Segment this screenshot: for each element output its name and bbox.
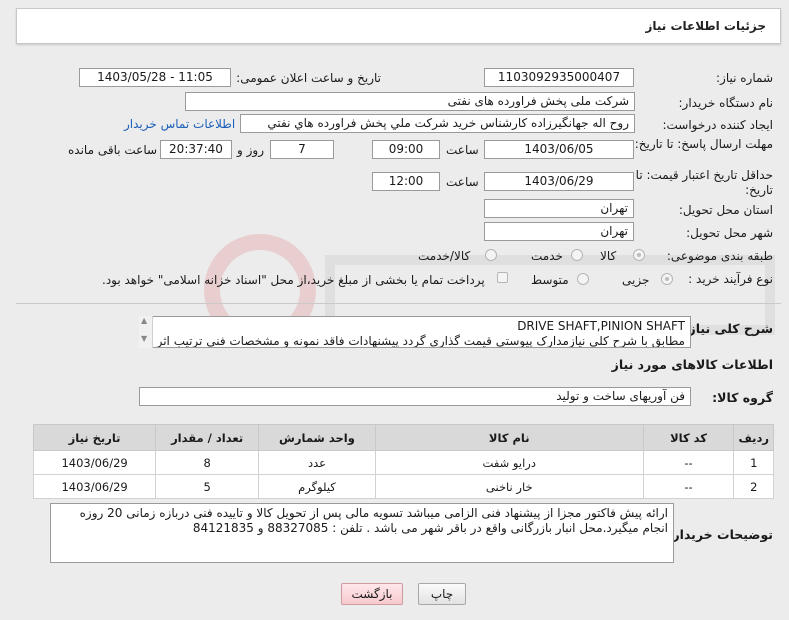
process-medium-label: متوسط xyxy=(531,273,569,287)
cell-quantity: 8 xyxy=(155,450,260,475)
province-field[interactable]: تهران xyxy=(484,199,634,218)
page-title: جزئیات اطلاعات نیاز xyxy=(645,19,766,33)
days-label: روز و xyxy=(237,143,264,157)
cell-code: -- xyxy=(642,450,735,475)
col-header-row-number: ردیف xyxy=(733,424,774,451)
col-header-name: نام کالا xyxy=(374,424,644,451)
days-field[interactable]: 7 xyxy=(270,140,334,159)
category-goods-radio[interactable] xyxy=(633,249,645,261)
contact-info-link[interactable]: اطلاعات تماس خریدار xyxy=(124,117,235,131)
requester-label: ایجاد کننده درخواست: xyxy=(662,118,773,132)
table-row[interactable]: 1 -- درایو شفت عدد 8 1403/06/29 xyxy=(32,450,774,475)
page-header: جزئیات اطلاعات نیاز xyxy=(16,8,781,44)
section-divider xyxy=(16,303,781,304)
category-label: طبقه بندی موضوعی: xyxy=(666,249,773,263)
buyer-org-label: نام دستگاه خریدار: xyxy=(678,96,774,110)
col-header-code: کد کالا xyxy=(642,424,735,451)
announce-label: تاریخ و ساعت اعلان عمومی: xyxy=(236,71,381,85)
goods-group-field[interactable]: فن آوریهای ساخت و تولید xyxy=(139,387,691,406)
col-header-unit: واحد شمارش xyxy=(258,424,376,451)
category-goods-label: کالا xyxy=(600,249,617,263)
city-label: شهر محل تحویل: xyxy=(686,226,773,240)
cell-row-number: 2 xyxy=(733,474,774,499)
reply-time-field[interactable]: 09:00 xyxy=(372,140,440,159)
summary-label: شرح کلی نیاز: xyxy=(683,321,773,336)
category-goods-service-radio[interactable] xyxy=(485,249,497,261)
buyer-notes-textarea[interactable]: ارائه پیش فاکتور مجزا از پیشنهاد فنی الز… xyxy=(50,503,674,563)
payment-note: پرداخت تمام یا بخشی از مبلغ خرید،از محل … xyxy=(102,273,485,287)
cell-date: 1403/06/29 xyxy=(32,450,157,475)
goods-info-title: اطلاعات کالاهای مورد نیاز xyxy=(611,357,773,372)
cell-name: خار ناخنی xyxy=(374,474,644,499)
cell-row-number: 1 xyxy=(733,450,774,475)
cell-date: 1403/06/29 xyxy=(32,474,157,499)
reply-deadline-label: مهلت ارسال پاسخ: تا تاریخ: xyxy=(634,137,773,151)
back-button[interactable]: بازگشت xyxy=(341,583,403,605)
summary-line-1: DRIVE SHAFT,PINION SHAFT xyxy=(517,319,685,333)
remaining-time-field[interactable]: 20:37:40 xyxy=(160,140,232,159)
cell-code: -- xyxy=(642,474,735,499)
table-row[interactable]: 2 -- خار ناخنی کیلوگرم 5 1403/06/29 xyxy=(32,474,774,499)
cell-name: درایو شفت xyxy=(374,450,644,475)
reply-time-label: ساعت xyxy=(446,143,479,157)
summary-scrollbar[interactable]: ▲ ▼ xyxy=(139,316,153,348)
summary-textarea[interactable]: DRIVE SHAFT,PINION SHAFT مطابق با شرح کل… xyxy=(139,316,691,348)
requester-field[interactable]: روح اله جهانگیرزاده کارشناس خرید شرکت مل… xyxy=(240,114,635,133)
category-goods-service-label: کالا/خدمت xyxy=(418,249,471,263)
price-date-field[interactable]: 1403/06/29 xyxy=(484,172,634,191)
payment-treasury-checkbox[interactable] xyxy=(497,272,508,283)
city-field[interactable]: تهران xyxy=(484,222,634,241)
print-button[interactable]: چاپ xyxy=(418,583,466,605)
cell-unit: عدد xyxy=(258,450,376,475)
province-label: استان محل تحویل: xyxy=(678,203,773,217)
process-minor-label: جزیی xyxy=(622,273,650,287)
scroll-down-icon[interactable]: ▼ xyxy=(141,334,147,343)
summary-line-2: مطابق با شرح کلی نیازمدارک پیوستی قیمت گ… xyxy=(156,334,685,348)
price-time-field[interactable]: 12:00 xyxy=(372,172,440,191)
category-service-radio[interactable] xyxy=(571,249,583,261)
cell-quantity: 5 xyxy=(155,474,260,499)
need-number-field[interactable]: 1103092935000407 xyxy=(484,68,634,87)
remaining-label: ساعت باقی مانده xyxy=(68,143,158,157)
announce-field[interactable]: 1403/05/28 - 11:05 xyxy=(79,68,231,87)
scroll-up-icon[interactable]: ▲ xyxy=(141,316,147,325)
col-header-date: تاریخ نیاز xyxy=(32,424,157,451)
cell-unit: کیلوگرم xyxy=(258,474,376,499)
category-service-label: خدمت xyxy=(531,249,563,263)
col-header-quantity: تعداد / مقدار xyxy=(155,424,260,451)
buyer-notes-label: توضیحات خریدار: xyxy=(667,527,773,542)
price-validity-label: حداقل تاریخ اعتبار قیمت: تا تاریخ: xyxy=(635,168,773,197)
process-label: نوع فرآیند خرید : xyxy=(688,272,773,286)
reply-date-field[interactable]: 1403/06/05 xyxy=(484,140,634,159)
goods-group-label: گروه کالا: xyxy=(712,390,773,405)
need-number-label: شماره نیاز: xyxy=(716,71,773,85)
process-minor-radio[interactable] xyxy=(661,273,673,285)
items-table: ردیف کد کالا نام کالا واحد شمارش تعداد /… xyxy=(32,424,774,499)
price-time-label: ساعت xyxy=(446,175,479,189)
process-medium-radio[interactable] xyxy=(577,273,589,285)
buyer-org-field[interactable]: شرکت ملی پخش فراورده های نفتی xyxy=(185,92,635,111)
table-header-row: ردیف کد کالا نام کالا واحد شمارش تعداد /… xyxy=(32,424,774,451)
